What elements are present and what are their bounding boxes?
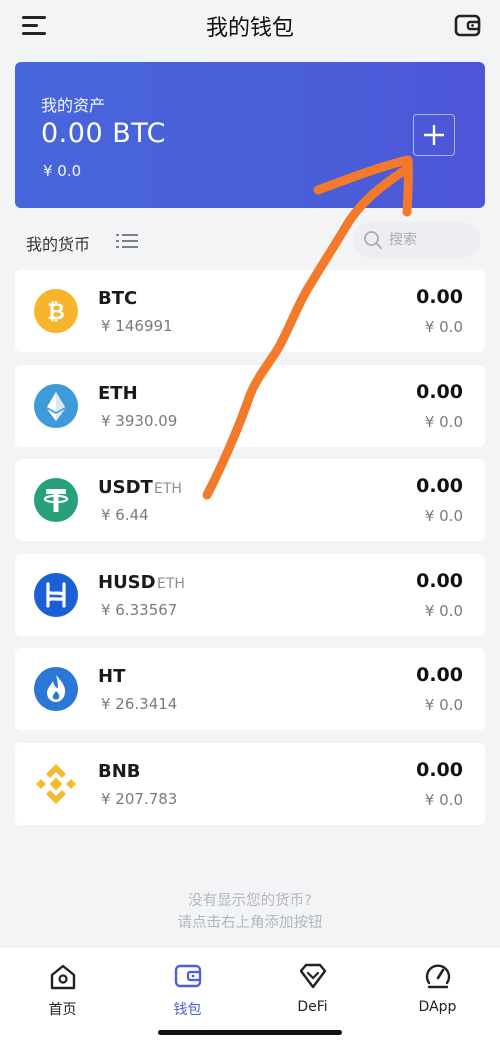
bitcoin-icon: ₿	[34, 289, 78, 333]
asset-label: 我的资产	[41, 96, 106, 115]
tether-icon	[34, 478, 78, 522]
coin-symbol: BTC	[98, 288, 138, 309]
svg-text:₿: ₿	[47, 300, 65, 325]
defi-icon	[299, 963, 327, 989]
coin-value: ¥ 0.0	[424, 790, 463, 809]
coin-value: ¥ 0.0	[424, 318, 463, 336]
huobi-token-icon	[34, 667, 78, 711]
tab-home-label: 首页	[48, 1002, 77, 1018]
search-input[interactable]	[389, 228, 473, 252]
tab-home[interactable]: 首页	[0, 947, 125, 1027]
tab-defi-label: DeFi	[297, 999, 328, 1015]
coin-amount: 0.00	[416, 286, 463, 308]
coin-amount: 0.00	[416, 475, 463, 497]
ethereum-icon	[34, 383, 78, 428]
husd-icon	[34, 572, 78, 617]
coin-amount: 0.00	[416, 758, 463, 781]
top-bar: 我的钱包	[0, 0, 500, 52]
coin-row-ht[interactable]: HT ¥ 26.3414 0.00 ¥ 0.0	[15, 648, 485, 730]
coin-price: ¥ 207.783	[101, 789, 178, 808]
coin-price: ¥ 3930.09	[101, 411, 178, 430]
coin-row-husd[interactable]: HUSD ETH ¥ 6.33567 0.00 ¥ 0.0	[15, 553, 485, 636]
binance-coin-icon	[34, 762, 78, 806]
coin-row-btc[interactable]: ₿ BTC ¥ 146991 0.00 ¥ 0.0	[15, 270, 485, 352]
empty-hint-line2: 请点击右上角添加按钮	[177, 915, 323, 931]
asset-total: 0.00 BTC	[41, 118, 166, 149]
plus-icon	[424, 125, 444, 145]
page-title: 我的钱包	[205, 16, 294, 41]
empty-hint-line1: 没有显示您的货币?	[188, 893, 312, 909]
coin-chain-tag: ETH	[154, 481, 182, 497]
coin-amount: 0.00	[416, 664, 463, 686]
coin-amount: 0.00	[416, 569, 463, 592]
coin-row-bnb[interactable]: BNB ¥ 207.783 0.00 ¥ 0.0	[15, 742, 485, 825]
coin-amount: 0.00	[416, 380, 463, 403]
tab-defi[interactable]: DeFi	[250, 947, 375, 1027]
coin-value: ¥ 0.0	[424, 507, 463, 525]
search-icon	[364, 231, 382, 249]
asset-fiat-value: ¥ 0.0	[43, 162, 82, 180]
wallet-icon	[174, 964, 202, 988]
coin-symbol: HT	[98, 666, 126, 687]
home-icon	[50, 964, 76, 990]
add-coin-button[interactable]	[413, 114, 455, 156]
dapp-icon	[425, 964, 451, 989]
coin-list: ₿ BTC ¥ 146991 0.00 ¥ 0.0 ETH ¥ 3930.09 …	[15, 270, 485, 837]
home-indicator	[158, 1030, 342, 1035]
coin-row-eth[interactable]: ETH ¥ 3930.09 0.00 ¥ 0.0	[15, 364, 485, 447]
coin-value: ¥ 0.0	[424, 412, 463, 431]
tab-dapp-label: DApp	[418, 999, 457, 1015]
coin-value: ¥ 0.0	[424, 601, 463, 620]
coin-price: ¥ 146991	[101, 317, 173, 335]
list-icon[interactable]	[116, 232, 138, 250]
tab-wallet[interactable]: 钱包	[125, 947, 250, 1027]
asset-summary-card: 我的资产 0.00 BTC ¥ 0.0	[15, 62, 485, 208]
search-box[interactable]	[353, 222, 480, 258]
coin-value: ¥ 0.0	[424, 696, 463, 714]
wallet-icon[interactable]	[454, 13, 482, 39]
tab-dapp[interactable]: DApp	[375, 947, 500, 1027]
coin-symbol: ETH	[98, 382, 138, 404]
coin-symbol: HUSD	[98, 571, 156, 593]
coin-price: ¥ 6.33567	[101, 600, 178, 619]
tab-wallet-label: 钱包	[173, 1002, 202, 1018]
coin-symbol: USDT	[98, 477, 153, 498]
coin-price: ¥ 26.3414	[101, 695, 178, 713]
section-header: 我的货币	[0, 222, 500, 262]
coin-symbol: BNB	[98, 760, 141, 782]
section-title: 我的货币	[26, 235, 91, 254]
coin-price: ¥ 6.44	[101, 506, 149, 524]
coin-chain-tag: ETH	[157, 575, 185, 592]
coin-row-usdt[interactable]: USDT ETH ¥ 6.44 0.00 ¥ 0.0	[15, 459, 485, 541]
